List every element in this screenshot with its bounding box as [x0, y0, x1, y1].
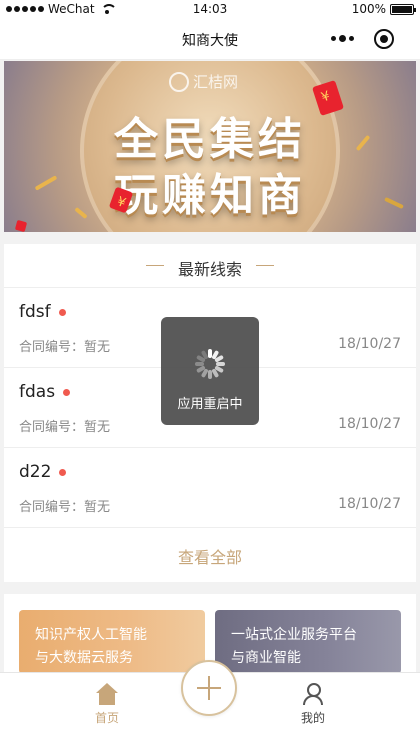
tab-home[interactable]: 首页 [67, 683, 147, 726]
card-line: 一站式企业服务平台 [231, 627, 357, 643]
status-right: 100% [351, 2, 416, 16]
promo-banner[interactable]: 汇桔网 全民集结 玩赚知商 [4, 61, 416, 232]
lead-name-row: d22 [19, 462, 67, 482]
lead-name: fdas [19, 382, 56, 402]
unread-dot [59, 468, 67, 476]
unread-dot [63, 388, 71, 396]
enterprise-service-card[interactable]: 一站式企业服务平台 与商业智能 [215, 610, 401, 674]
lead-date: 18/10/27 [338, 336, 401, 352]
card-line: 知识产权人工智能 [35, 627, 147, 643]
battery-icon [390, 3, 416, 15]
lead-contract: 合同编号：暂无 [19, 500, 111, 515]
leads-title: 最新线索 [177, 260, 242, 279]
leads-header: 最新线索 [4, 244, 416, 288]
app-page: WeChat 14:03 100% 知商大使 汇桔网 全民集结 玩赚知商 ¥ ¥… [0, 0, 420, 736]
view-all-button[interactable]: 查看全部 [4, 534, 416, 582]
lead-date: 18/10/27 [338, 496, 401, 512]
tab-mine[interactable]: 我的 [273, 683, 353, 726]
lead-date: 18/10/27 [338, 416, 401, 432]
confetti [14, 219, 28, 232]
banner-headline-1: 全民集结 [114, 114, 306, 165]
unread-dot [58, 308, 66, 316]
banner-headline-2: 玩赚知商 [114, 170, 306, 221]
logo-mark-icon [169, 71, 189, 92]
lead-contract: 合同编号：暂无 [19, 340, 111, 355]
tab-mine-label: 我的 [300, 711, 325, 725]
tab-home-label: 首页 [94, 711, 119, 725]
nav-bar: 知商大使 [0, 18, 420, 60]
logo-text: 汇桔网 [193, 73, 239, 91]
lead-name: d22 [19, 462, 52, 482]
card-line: 与大数据云服务 [35, 650, 133, 666]
ip-ai-card[interactable]: 知识产权人工智能 与大数据云服务 [19, 610, 205, 674]
lead-name-row: fdsf [19, 302, 66, 322]
page-title: 知商大使 [182, 33, 238, 49]
battery-percent: 100% [351, 2, 386, 16]
title-deco-line [256, 265, 274, 266]
user-icon [302, 683, 324, 705]
more-menu-icon[interactable] [331, 35, 354, 42]
banner-logo: 汇桔网 [169, 71, 238, 92]
lead-name-row: fdas [19, 382, 71, 402]
loading-toast: 应用重启中 [161, 317, 259, 425]
toast-text: 应用重启中 [177, 397, 243, 412]
loading-spinner-icon [195, 349, 225, 379]
lead-contract: 合同编号：暂无 [19, 420, 111, 435]
close-miniprogram-icon[interactable] [374, 29, 394, 49]
status-bar: WeChat 14:03 100% [0, 0, 420, 18]
lead-name: fdsf [19, 302, 51, 322]
add-button[interactable] [181, 660, 237, 716]
card-line: 与商业智能 [231, 650, 301, 666]
lead-item[interactable]: d22 合同编号：暂无 18/10/27 [4, 448, 416, 528]
home-icon [96, 683, 118, 705]
